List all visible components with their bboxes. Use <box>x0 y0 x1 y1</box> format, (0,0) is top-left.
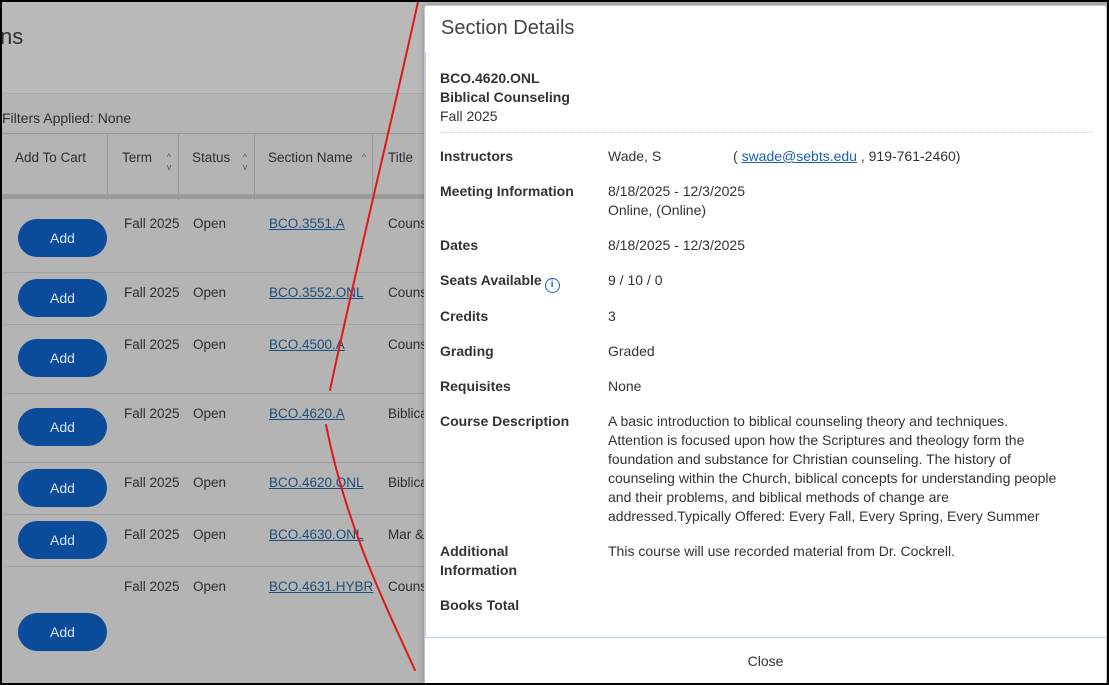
row-title: Biblica <box>388 406 428 421</box>
course-name: Biblical Counseling <box>440 89 570 105</box>
row-title: Couns <box>388 579 428 594</box>
row-status: Open <box>193 475 227 490</box>
table-row: Add Fall 2025 Open BCO.4620.ONL Biblica <box>0 463 440 515</box>
table-row: Add Fall 2025 Open BCO.4630.ONL Mar & <box>0 515 440 567</box>
table-header: Add To Cart Term ^ v Status ^ v Section Na… <box>0 133 440 200</box>
instructor-contact-open: ( <box>733 148 738 164</box>
meeting-location: Online, (Online) <box>608 202 707 218</box>
add-button[interactable]: Add <box>18 521 107 559</box>
seats-available-label: Seats Available i <box>440 271 560 293</box>
row-title: Couns <box>388 337 428 352</box>
instructors-label: Instructors <box>440 148 514 164</box>
section-details-dialog: Section Details BCO.4620.ONL Biblical Co… <box>424 5 1107 683</box>
requisites-label: Requisites <box>440 378 511 394</box>
col-add-to-cart-label: Add To Cart <box>15 150 87 165</box>
dates-label: Dates <box>440 237 479 253</box>
row-title: Couns <box>388 216 428 231</box>
meeting-dates: 8/18/2025 - 12/3/2025 <box>608 183 746 199</box>
divider <box>440 132 1092 133</box>
dialog-body: BCO.4620.ONL Biblical Counseling Fall 20… <box>425 52 1106 638</box>
col-term[interactable]: Term ^ v <box>107 134 178 200</box>
row-status: Open <box>193 527 227 542</box>
row-term: Fall 2025 <box>124 337 180 352</box>
row-status: Open <box>193 285 227 300</box>
instructor-contact: ( swade@sebts.edu , 919-761-2460) <box>733 147 960 166</box>
section-link[interactable]: BCO.4620.A <box>269 406 345 421</box>
add-button[interactable]: Add <box>18 279 107 317</box>
section-link[interactable]: BCO.3552.ONL <box>269 285 364 300</box>
course-description-line: addressed.Typically Offered: Every Fall,… <box>608 508 1040 524</box>
row-title: Mar & <box>388 527 425 542</box>
section-link[interactable]: BCO.4500.A <box>269 337 345 352</box>
requisites-value: None <box>608 378 642 394</box>
row-status: Open <box>193 337 227 352</box>
page-title: ns <box>0 24 24 49</box>
row-status: Open <box>193 216 227 231</box>
table-row: Add Fall 2025 Open BCO.4631.HYBR Couns <box>0 567 440 685</box>
add-button[interactable]: Add <box>18 219 107 257</box>
sections-table: Add To Cart Term ^ v Status ^ v Section Na… <box>0 133 440 685</box>
course-description-line: counseling within the Church, biblical c… <box>608 470 1057 486</box>
col-section-name-label: Section Name <box>268 150 353 165</box>
sort-icon[interactable]: ^ <box>359 152 369 162</box>
additional-info-value: This course will use recorded material f… <box>608 543 955 559</box>
col-term-label: Term <box>122 150 152 165</box>
table-row: Add Fall 2025 Open BCO.3551.A Couns <box>0 204 440 273</box>
info-icon[interactable]: i <box>544 278 560 293</box>
row-term: Fall 2025 <box>124 406 180 421</box>
section-link[interactable]: BCO.3551.A <box>269 216 345 231</box>
col-status[interactable]: Status ^ v <box>178 134 254 200</box>
sort-icon[interactable]: ^ v <box>164 152 174 172</box>
course-description-line: A basic introduction to biblical counsel… <box>608 413 1009 429</box>
row-status: Open <box>193 406 227 421</box>
additional-info-label-line2: Information <box>440 562 517 578</box>
col-status-label: Status <box>192 150 231 165</box>
seats-available-text: Seats Available <box>440 272 542 288</box>
grading-value: Graded <box>608 343 655 359</box>
col-title-label: Title <box>388 150 414 165</box>
section-link[interactable]: BCO.4631.HYBR <box>269 579 373 594</box>
dialog-title: Section Details <box>441 17 575 39</box>
row-term: Fall 2025 <box>124 527 180 542</box>
row-term: Fall 2025 <box>124 579 180 594</box>
dates-value: 8/18/2025 - 12/3/2025 <box>608 237 746 253</box>
add-button[interactable]: Add <box>18 613 107 651</box>
table-row: Add Fall 2025 Open BCO.4620.A Biblica <box>0 394 440 463</box>
course-code: BCO.4620.ONL <box>440 70 540 86</box>
course-description-line: foundation and substance for Christian c… <box>608 451 1011 467</box>
filters-applied-label: Filters Applied: None <box>2 110 132 126</box>
meeting-info-label: Meeting Information <box>440 183 574 199</box>
add-button[interactable]: Add <box>18 469 107 507</box>
instructor-phone: , 919-761-2460) <box>860 148 961 164</box>
credits-label: Credits <box>440 308 489 324</box>
row-status: Open <box>193 579 227 594</box>
add-button[interactable]: Add <box>18 339 107 377</box>
col-section-name[interactable]: Section Name ^ <box>254 134 372 200</box>
table-row: Add Fall 2025 Open BCO.3552.ONL Couns <box>0 273 440 325</box>
sort-icon[interactable]: ^ v <box>240 152 250 172</box>
col-add-to-cart: Add To Cart <box>0 134 107 200</box>
section-link[interactable]: BCO.4630.ONL <box>269 527 364 542</box>
row-term: Fall 2025 <box>124 475 180 490</box>
page-header: ns <box>0 0 440 94</box>
course-description-line: Attention is focused upon how the Script… <box>608 432 1025 448</box>
credits-value: 3 <box>608 308 616 324</box>
course-description-label: Course Description <box>440 413 570 429</box>
grading-label: Grading <box>440 343 494 359</box>
close-button[interactable]: Close <box>425 638 1106 683</box>
course-term: Fall 2025 <box>440 108 498 124</box>
row-title: Couns <box>388 285 428 300</box>
section-link[interactable]: BCO.4620.ONL <box>269 475 364 490</box>
row-title: Biblica <box>388 475 428 490</box>
additional-info-label-line1: Additional <box>440 543 509 559</box>
instructor-name: Wade, S <box>608 148 662 164</box>
instructor-email-link[interactable]: swade@sebts.edu <box>742 148 857 164</box>
table-row: Add Fall 2025 Open BCO.4500.A Couns <box>0 325 440 394</box>
row-term: Fall 2025 <box>124 285 180 300</box>
course-description-line: and their problems, and biblical methods… <box>608 489 949 505</box>
books-total-label: Books Total <box>440 597 520 613</box>
add-button[interactable]: Add <box>18 408 107 446</box>
row-term: Fall 2025 <box>124 216 180 231</box>
seats-available-value: 9 / 10 / 0 <box>608 272 663 288</box>
